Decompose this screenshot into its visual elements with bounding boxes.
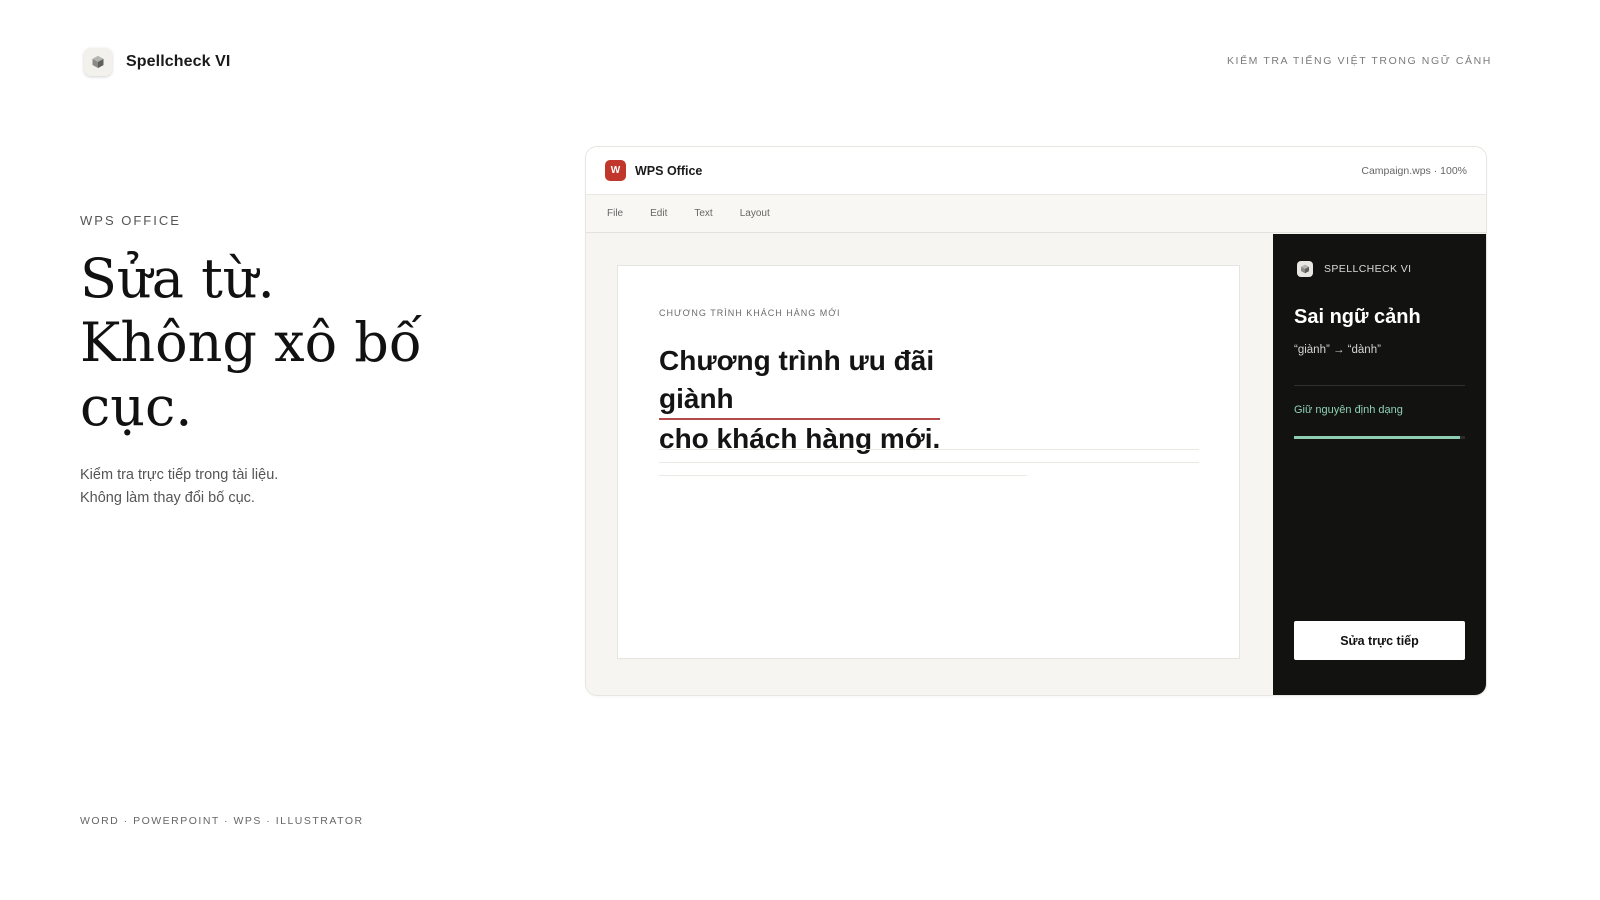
brand: Spellcheck VI (84, 48, 230, 76)
spellcheck-panel: SPELLCHECK VI Sai ngữ cảnh “giành” → “dà… (1273, 234, 1486, 695)
misspelled-word[interactable]: giành (659, 380, 941, 420)
app-window-mockup: W WPS Office Campaign.wps · 100% File Ed… (585, 146, 1487, 696)
divider (1294, 385, 1465, 386)
cube-icon (84, 48, 112, 76)
fix-inline-button[interactable]: Sửa trực tiếp (1294, 621, 1465, 660)
menu-layout[interactable]: Layout (740, 208, 770, 219)
menu-file[interactable]: File (607, 208, 623, 219)
panel-brand: SPELLCHECK VI (1324, 263, 1412, 275)
document-title: Chương trình ưu đãi giành cho khách hàng… (659, 342, 941, 458)
menu-edit[interactable]: Edit (650, 208, 667, 219)
placeholder-text-line (659, 475, 1027, 476)
document-title-line-1: Chương trình ưu đãi giành (659, 342, 941, 420)
placeholder-text-line (659, 449, 1199, 450)
wps-app-icon: W (605, 160, 626, 181)
issue-title: Sai ngữ cảnh (1294, 306, 1421, 328)
tagline: KIỂM TRA TIẾNG VIỆT TRONG NGỮ CẢNH (1226, 55, 1492, 67)
description-line: Không làm thay đổi bố cục. (80, 490, 255, 506)
platform-list: WORD · POWERPOINT · WPS · ILLUSTRATOR (80, 815, 364, 827)
document-area: CHƯƠNG TRÌNH KHÁCH HÀNG MỚI Chương trình… (586, 234, 1273, 695)
menu-text[interactable]: Text (694, 208, 712, 219)
cube-icon (1297, 261, 1313, 277)
hero-description: Kiểm tra trực tiếp trong tài liệu. Không… (80, 464, 278, 510)
app-name: WPS Office (635, 163, 703, 178)
progress-fill (1294, 436, 1460, 439)
placeholder-text-line (659, 462, 1199, 463)
hero-headline: Sửa từ. Không xô bố cục. (80, 247, 500, 439)
issue-suggestion: “giành” → “dành” (1294, 344, 1381, 356)
headline-line: Sửa từ. (80, 247, 275, 310)
workspace: CHƯƠNG TRÌNH KHÁCH HÀNG MỚI Chương trình… (586, 234, 1486, 695)
file-info: Campaign.wps · 100% (1361, 164, 1467, 177)
document-eyebrow: CHƯƠNG TRÌNH KHÁCH HÀNG MỚI (659, 308, 841, 318)
headline-line: Không xô bố (80, 311, 422, 374)
title-text: Chương trình ưu đãi (659, 345, 935, 376)
document-page[interactable]: CHƯƠNG TRÌNH KHÁCH HÀNG MỚI Chương trình… (617, 265, 1240, 659)
document-title-line-2: cho khách hàng mới. (659, 423, 941, 454)
description-line: Kiểm tra trực tiếp trong tài liệu. (80, 467, 279, 483)
hero-eyebrow: WPS OFFICE (80, 213, 181, 228)
menu-bar: File Edit Text Layout (586, 195, 1486, 233)
window-titlebar: W WPS Office Campaign.wps · 100% (586, 147, 1486, 195)
progress-bar (1294, 436, 1465, 439)
panel-header: SPELLCHECK VI (1297, 261, 1411, 277)
brand-name: Spellcheck VI (126, 53, 231, 70)
headline-line: cục. (80, 375, 193, 438)
preserve-format-label: Giữ nguyên định dạng (1294, 404, 1403, 416)
